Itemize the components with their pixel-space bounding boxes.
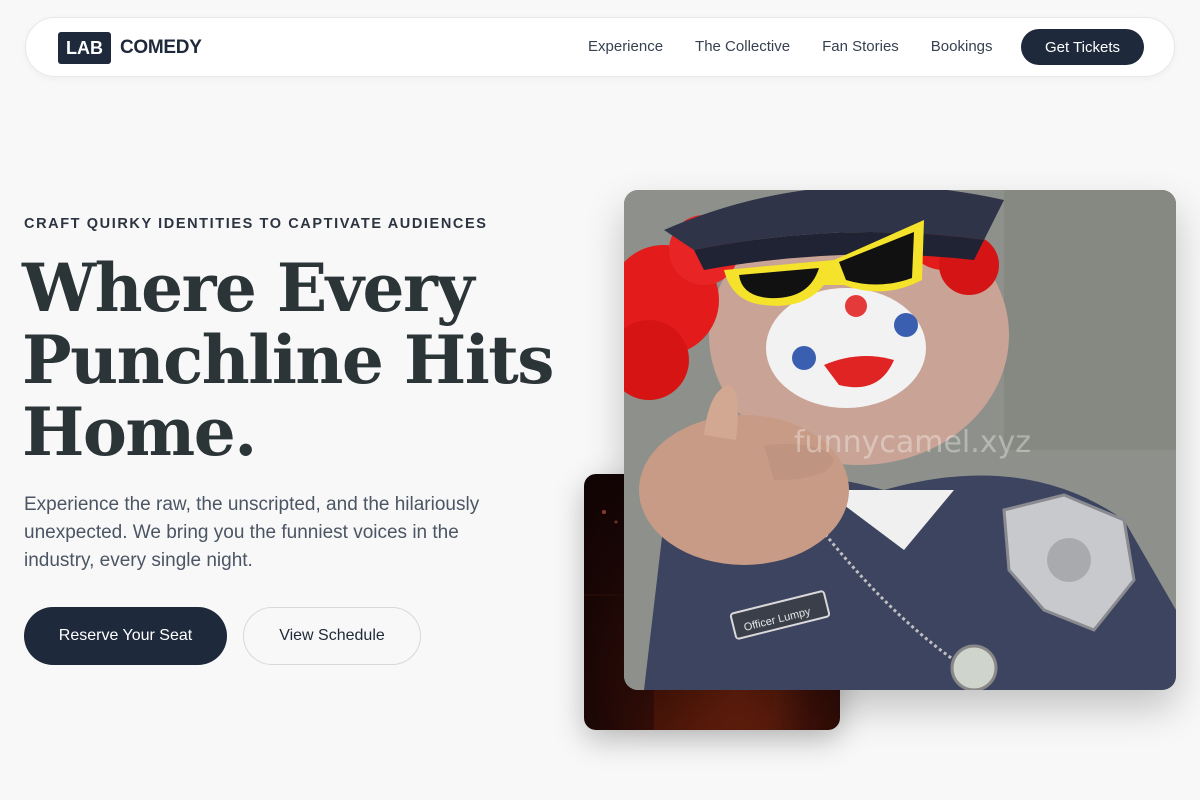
nav-link-experience[interactable]: Experience (588, 38, 663, 55)
hero-eyebrow: CRAFT QUIRKY IDENTITIES TO CAPTIVATE AUD… (24, 216, 488, 232)
view-schedule-button[interactable]: View Schedule (243, 607, 421, 665)
nav-links: Experience The Collective Fan Stories Bo… (588, 38, 1025, 55)
navbar: LAB COMEDY Experience The Collective Fan… (25, 17, 1175, 77)
get-tickets-button[interactable]: Get Tickets (1021, 29, 1144, 65)
logo-box: LAB (58, 32, 111, 64)
hero-headline: Where Every Punchline Hits Home. (22, 249, 554, 471)
hero-photo: Officer Lumpy funnycamel.xyz (624, 190, 1176, 690)
clown-officer-illustration: Officer Lumpy funnycamel.xyz (624, 190, 1176, 690)
photo-watermark: funnycamel.xyz (794, 425, 1031, 460)
logo-text: COMEDY (120, 37, 202, 58)
nav-link-fan-stories[interactable]: Fan Stories (822, 38, 899, 55)
reserve-seat-button[interactable]: Reserve Your Seat (24, 607, 227, 665)
hero-subtext: Experience the raw, the unscripted, and … (24, 494, 480, 571)
nav-link-collective[interactable]: The Collective (695, 38, 790, 55)
nav-link-bookings[interactable]: Bookings (931, 38, 993, 55)
logo[interactable]: LAB COMEDY (58, 32, 202, 64)
